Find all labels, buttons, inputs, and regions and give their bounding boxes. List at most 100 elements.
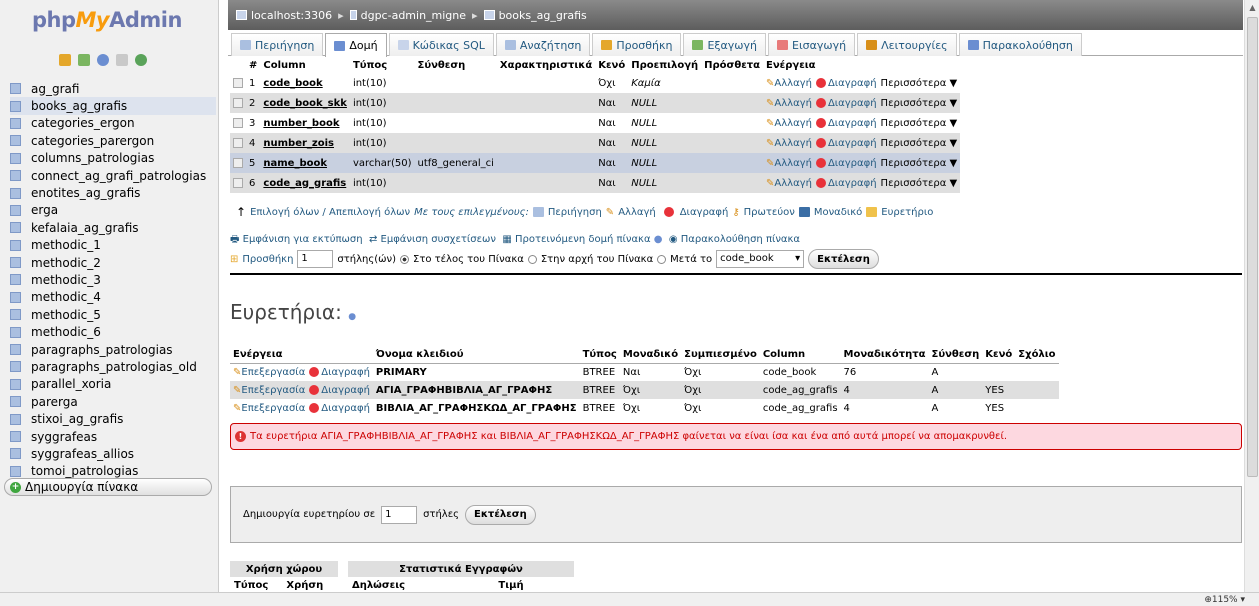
- sidebar-table-item[interactable]: categories_parergon: [10, 132, 216, 149]
- print-view-link[interactable]: Εμφάνιση για εκτύπωση: [243, 234, 363, 245]
- structure-row[interactable]: 1 code_book int(10) Όχι Καμία ✎Αλλαγή Διαγραφή…: [230, 73, 961, 93]
- help-icon[interactable]: [97, 54, 109, 66]
- drop-index-link[interactable]: Διαγραφή: [321, 367, 370, 378]
- row-checkbox[interactable]: [233, 77, 243, 88]
- column-name-link[interactable]: number_book: [263, 118, 339, 129]
- change-link[interactable]: Αλλαγή: [774, 78, 812, 89]
- sidebar-table-item[interactable]: kefalaia_ag_grafis: [10, 219, 216, 236]
- more-dropdown[interactable]: Περισσότερα: [881, 118, 947, 129]
- sidebar-table-item[interactable]: syggrafeas_allios: [10, 445, 216, 462]
- breadcrumb-server[interactable]: localhost:3306: [236, 9, 332, 22]
- bulk-change[interactable]: Αλλαγή: [618, 207, 656, 218]
- table-icon[interactable]: [10, 361, 21, 373]
- table-icon[interactable]: [10, 396, 21, 408]
- table-icon[interactable]: [10, 309, 21, 321]
- help-icon[interactable]: ●: [654, 234, 663, 245]
- bulk-drop[interactable]: Διαγραφή: [680, 207, 729, 218]
- structure-row[interactable]: 2 code_book_skk int(10) Ναι NULL ✎Αλλαγή Διαγρ…: [230, 93, 961, 113]
- sidebar-table-item[interactable]: books_ag_grafis: [10, 97, 216, 115]
- breadcrumb-database[interactable]: dgpc-admin_migne: [349, 9, 466, 22]
- dropdown-arrow-icon[interactable]: ▼: [946, 118, 958, 129]
- vertical-scrollbar[interactable]: ▲: [1244, 0, 1259, 592]
- breadcrumb-table[interactable]: books_ag_grafis: [483, 9, 587, 22]
- tab-2[interactable]: Κώδικας SQL: [388, 33, 494, 56]
- drop-index-link[interactable]: Διαγραφή: [321, 385, 370, 396]
- structure-row[interactable]: 6 code_ag_grafis int(10) Ναι NULL ✎Αλλαγή Διαγ…: [230, 173, 961, 193]
- dropdown-arrow-icon[interactable]: ▼: [946, 178, 958, 189]
- structure-row[interactable]: 5 name_book varchar(50) utf8_general_ci Ναι N…: [230, 153, 961, 173]
- table-icon[interactable]: [10, 100, 21, 112]
- table-icon[interactable]: [10, 465, 21, 477]
- sidebar-table-item[interactable]: methodic_6: [10, 323, 216, 340]
- column-name-link[interactable]: code_book_skk: [263, 98, 347, 109]
- create-index-go-button[interactable]: Εκτέλεση: [465, 504, 536, 525]
- table-icon[interactable]: [10, 291, 21, 303]
- add-column-go-button[interactable]: Εκτέλεση: [808, 249, 879, 269]
- help-icon[interactable]: ●: [348, 312, 356, 322]
- more-dropdown[interactable]: Περισσότερα: [881, 78, 947, 89]
- table-icon[interactable]: [10, 204, 21, 216]
- edit-index-link[interactable]: Επεξεργασία: [241, 403, 305, 414]
- bulk-index[interactable]: Ευρετήριο: [881, 207, 933, 218]
- table-icon[interactable]: [10, 170, 21, 182]
- sidebar-table-item[interactable]: methodic_1: [10, 237, 216, 254]
- position-after-radio[interactable]: [657, 254, 667, 264]
- table-icon[interactable]: [10, 344, 21, 356]
- create-table-button[interactable]: + Δημιουργία πίνακα: [4, 478, 212, 496]
- change-link[interactable]: Αλλαγή: [774, 138, 812, 149]
- column-name-link[interactable]: code_book: [263, 78, 322, 89]
- add-column-count-input[interactable]: 1: [297, 250, 334, 268]
- sidebar-table-item[interactable]: categories_ergon: [10, 115, 216, 132]
- track-table-link[interactable]: Παρακολούθηση πίνακα: [681, 234, 800, 245]
- table-icon[interactable]: [10, 326, 21, 338]
- structure-row[interactable]: 4 number_zois int(10) Ναι NULL ✎Αλλαγή Διαγραφ…: [230, 133, 961, 153]
- sidebar-table-item[interactable]: stixoi_ag_grafis: [10, 410, 216, 427]
- table-icon[interactable]: [10, 431, 21, 442]
- row-checkbox[interactable]: [233, 117, 243, 128]
- sidebar-table-item[interactable]: paragraphs_patrologias: [10, 341, 216, 358]
- check-all-link[interactable]: Επιλογή όλων / Απεπιλογή όλων: [250, 207, 410, 218]
- sidebar-table-item[interactable]: methodic_3: [10, 271, 216, 288]
- zoom-indicator[interactable]: ⊕115% ▾: [1204, 595, 1245, 605]
- after-column-select[interactable]: code_book ▾: [716, 250, 805, 268]
- table-icon[interactable]: [10, 239, 21, 251]
- table-icon[interactable]: [10, 378, 21, 390]
- row-checkbox[interactable]: [233, 157, 243, 168]
- drop-link[interactable]: Διαγραφή: [828, 78, 877, 89]
- sidebar-table-item[interactable]: connect_ag_grafi_patrologias: [10, 167, 216, 184]
- sidebar-table-item[interactable]: methodic_5: [10, 306, 216, 323]
- column-name-link[interactable]: code_ag_grafis: [263, 178, 346, 189]
- drop-link[interactable]: Διαγραφή: [828, 138, 877, 149]
- change-link[interactable]: Αλλαγή: [774, 98, 812, 109]
- sidebar-table-item[interactable]: paragraphs_patrologias_old: [10, 358, 216, 375]
- change-link[interactable]: Αλλαγή: [774, 178, 812, 189]
- more-dropdown[interactable]: Περισσότερα: [881, 98, 947, 109]
- tab-1[interactable]: Δομή: [325, 33, 387, 57]
- scroll-up-icon[interactable]: ▲: [1245, 0, 1259, 15]
- table-icon[interactable]: [10, 117, 21, 129]
- sidebar-table-item[interactable]: syggrafeas: [10, 428, 216, 445]
- tab-6[interactable]: Εισαγωγή: [768, 33, 856, 56]
- change-link[interactable]: Αλλαγή: [774, 118, 812, 129]
- position-start-radio[interactable]: [527, 254, 537, 264]
- tab-5[interactable]: Εξαγωγή: [683, 33, 766, 56]
- table-icon[interactable]: [10, 222, 21, 234]
- sidebar-table-item[interactable]: methodic_2: [10, 254, 216, 271]
- row-checkbox[interactable]: [233, 97, 243, 108]
- edit-index-link[interactable]: Επεξεργασία: [241, 367, 305, 378]
- reload-icon[interactable]: [135, 54, 147, 66]
- position-end-radio[interactable]: [400, 254, 409, 264]
- more-dropdown[interactable]: Περισσότερα: [881, 138, 947, 149]
- table-icon[interactable]: [10, 83, 21, 95]
- sidebar-table-item[interactable]: methodic_4: [10, 289, 216, 306]
- create-index-count-input[interactable]: 1: [381, 505, 418, 524]
- table-icon[interactable]: [10, 187, 21, 199]
- more-dropdown[interactable]: Περισσότερα: [881, 178, 947, 189]
- drop-link[interactable]: Διαγραφή: [828, 118, 877, 129]
- sidebar-table-item[interactable]: erga: [10, 202, 216, 219]
- table-icon[interactable]: [10, 413, 21, 425]
- table-icon[interactable]: [10, 135, 21, 147]
- logout-icon[interactable]: [78, 54, 90, 66]
- drop-link[interactable]: Διαγραφή: [828, 158, 877, 169]
- home-icon[interactable]: [59, 54, 71, 66]
